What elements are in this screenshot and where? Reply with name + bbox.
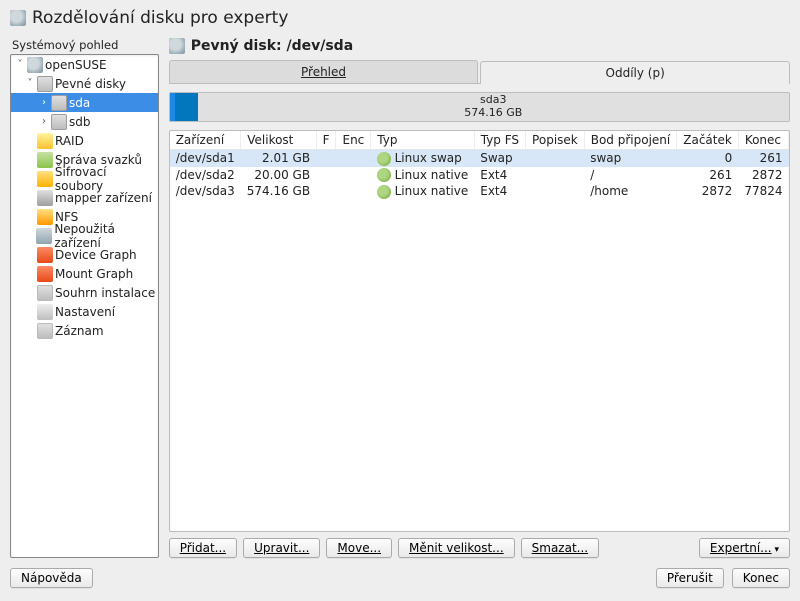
tree-item[interactable]: Mount Graph	[11, 264, 158, 283]
tree-item[interactable]: ˅Pevné disky	[11, 74, 158, 93]
raid-icon	[37, 133, 53, 149]
hd-icon	[51, 114, 67, 130]
window-title: Rozdělování disku pro experty	[32, 8, 288, 28]
column-header[interactable]: Bod připojení	[584, 131, 677, 150]
tree-item[interactable]: ›sdb	[11, 112, 158, 131]
tree-item[interactable]: Nepoužitá zařízení	[11, 226, 158, 245]
system-tree[interactable]: ˅openSUSE˅Pevné disky›sda›sdbRAIDSpráva …	[10, 54, 159, 558]
column-header[interactable]: Popisek	[526, 131, 585, 150]
column-header[interactable]: F	[316, 131, 336, 150]
right-title: Pevný disk: /dev/sda	[191, 38, 353, 54]
column-header[interactable]: Konec	[738, 131, 788, 150]
tree-item[interactable]: Nastavení	[11, 302, 158, 321]
partition-type-icon	[377, 185, 391, 199]
expert-button[interactable]: Expertní...	[699, 538, 790, 558]
resize-button[interactable]: Měnit velikost...	[398, 538, 515, 558]
tree-item[interactable]: mapper zařízení	[11, 188, 158, 207]
table-row[interactable]: /dev/sda3574.16 GB Linux nativeExt4/home…	[170, 183, 789, 200]
hard-disk-icon	[169, 38, 185, 54]
partition-table[interactable]: ZařízeníVelikostFEncTypTyp FSPopisekBod …	[170, 131, 789, 200]
graph-icon	[37, 266, 53, 282]
segment-sda2	[175, 93, 197, 121]
wrench-icon	[37, 304, 53, 320]
hd-icon	[37, 76, 53, 92]
tree-item[interactable]: ›sda	[11, 93, 158, 112]
crypt-icon	[37, 171, 53, 187]
tree-item[interactable]: Souhrn instalace	[11, 283, 158, 302]
help-button[interactable]: Nápověda	[10, 568, 93, 588]
partition-type-icon	[377, 152, 391, 166]
column-header[interactable]: Typ FS	[474, 131, 525, 150]
doc-icon	[37, 323, 53, 339]
finish-button[interactable]: Konec	[732, 568, 790, 588]
unused-icon	[36, 228, 52, 244]
vol-icon	[37, 152, 53, 168]
partitioner-icon	[10, 10, 26, 26]
abort-button[interactable]: Přerušit	[656, 568, 724, 588]
tree-item[interactable]: RAID	[11, 131, 158, 150]
opensuse-icon	[27, 57, 43, 73]
table-row[interactable]: /dev/sda220.00 GB Linux nativeExt4/26128…	[170, 167, 789, 184]
tree-item[interactable]: Záznam	[11, 321, 158, 340]
column-header[interactable]: Typ	[371, 131, 474, 150]
nfs-icon	[37, 209, 53, 225]
tab-partitions[interactable]: Oddíly (p)	[480, 61, 790, 84]
hd-icon	[51, 95, 67, 111]
segment-sda3: sda3574.16 GB	[198, 93, 789, 121]
column-header[interactable]: Velikost	[241, 131, 316, 150]
tab-overview[interactable]: Přehled	[169, 60, 479, 83]
graph-icon	[37, 247, 53, 263]
doc-icon	[37, 285, 53, 301]
tree-item[interactable]: Šifrovací soubory	[11, 169, 158, 188]
column-header[interactable]: Enc	[336, 131, 371, 150]
column-header[interactable]: Zařízení	[170, 131, 241, 150]
partition-type-icon	[377, 168, 391, 182]
column-header[interactable]: Začátek	[677, 131, 739, 150]
add-button[interactable]: Přidat...	[169, 538, 237, 558]
edit-button[interactable]: Upravit...	[243, 538, 320, 558]
tree-root[interactable]: ˅openSUSE	[11, 55, 158, 74]
tree-item[interactable]: Device Graph	[11, 245, 158, 264]
table-row[interactable]: /dev/sda12.01 GB Linux swapSwapswap0261	[170, 150, 789, 167]
delete-button[interactable]: Smazat...	[521, 538, 599, 558]
move-button[interactable]: Move...	[326, 538, 392, 558]
map-icon	[37, 190, 53, 206]
left-pane-label: Systémový pohled	[10, 38, 159, 52]
partition-usage-bar: sda3574.16 GB	[169, 92, 790, 122]
